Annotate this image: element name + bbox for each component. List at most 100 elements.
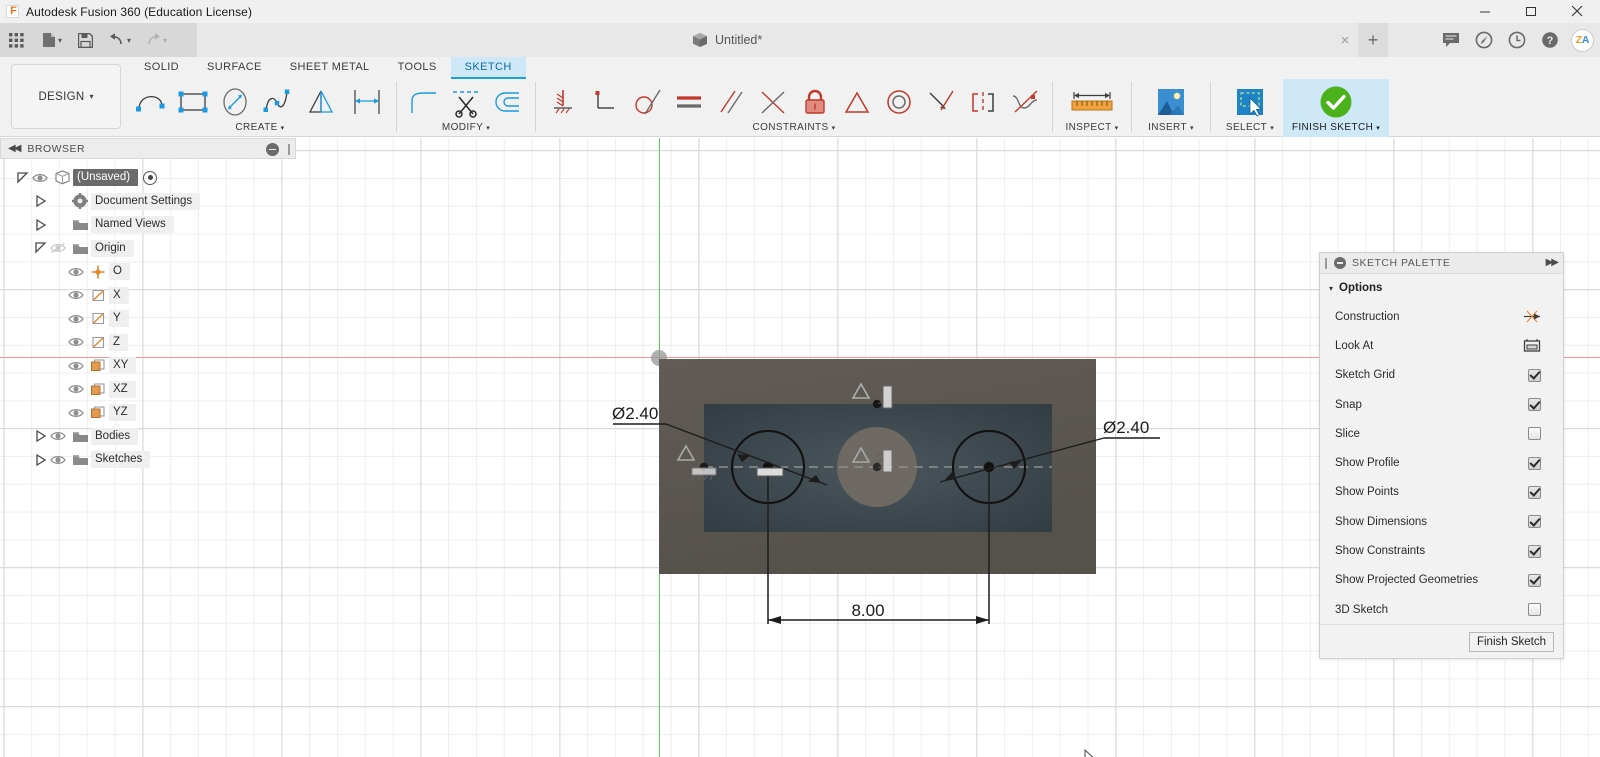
user-avatar[interactable]: ZA bbox=[1571, 28, 1594, 52]
recent-activity-icon[interactable] bbox=[1500, 23, 1533, 57]
arc-icon[interactable] bbox=[130, 79, 172, 124]
offset-icon[interactable] bbox=[487, 79, 529, 124]
ribbon-group-modify-label[interactable]: MODIFY ▾ bbox=[403, 122, 529, 133]
fix-lock-icon[interactable] bbox=[794, 79, 836, 124]
measure-ruler-icon[interactable] bbox=[1059, 79, 1125, 124]
checkbox-show-dimensions[interactable] bbox=[1528, 515, 1541, 529]
symmetry-icon[interactable] bbox=[962, 79, 1004, 124]
tab-sketch[interactable]: SKETCH bbox=[450, 57, 526, 79]
help-icon[interactable]: ? bbox=[1533, 23, 1566, 57]
document-tab[interactable]: Untitled* bbox=[680, 23, 775, 57]
eye-visible-icon[interactable] bbox=[29, 171, 51, 185]
ribbon-group-select-label[interactable]: SELECT ▾ bbox=[1217, 122, 1283, 133]
drag-grip-icon[interactable] bbox=[288, 144, 290, 155]
minimize-icon[interactable] bbox=[1462, 0, 1508, 23]
tab-sheet-metal[interactable]: SHEET METAL bbox=[276, 57, 384, 79]
minimize-panel-icon[interactable] bbox=[266, 143, 279, 156]
eye-visible-icon[interactable] bbox=[65, 288, 87, 302]
expand-arrow-right-icon[interactable] bbox=[34, 218, 47, 231]
browser-item-y[interactable]: Y bbox=[0, 307, 296, 331]
spline-icon[interactable] bbox=[256, 79, 298, 124]
ribbon-group-finish-sketch-label[interactable]: FINISH SKETCH ▾ bbox=[1291, 122, 1381, 133]
eye-visible-icon[interactable] bbox=[65, 406, 87, 420]
ribbon-group-insert-label[interactable]: INSERT ▾ bbox=[1138, 122, 1204, 133]
ribbon-group-inspect-label[interactable]: INSPECT ▾ bbox=[1059, 122, 1125, 133]
new-tab-button[interactable]: + bbox=[1358, 23, 1388, 57]
expand-arrow-right-icon[interactable] bbox=[34, 195, 47, 208]
mirror-icon[interactable] bbox=[298, 79, 344, 124]
expand-right-icon[interactable]: ▶▶ bbox=[1546, 257, 1559, 268]
eye-visible-icon[interactable] bbox=[47, 453, 69, 467]
palette-row-3d-sketch[interactable]: 3D Sketch bbox=[1320, 595, 1563, 624]
palette-row-construction[interactable]: Construction bbox=[1320, 302, 1563, 331]
checkbox-snap[interactable] bbox=[1528, 398, 1541, 412]
ribbon-group-create-label[interactable]: CREATE ▾ bbox=[130, 122, 390, 133]
coincident-icon[interactable] bbox=[920, 79, 962, 124]
browser-item-z[interactable]: Z bbox=[0, 331, 296, 355]
app-grid-icon[interactable] bbox=[0, 23, 30, 57]
checkbox-show-profile[interactable] bbox=[1528, 456, 1541, 470]
sketch-palette-options-section[interactable]: ▾ Options bbox=[1320, 274, 1563, 302]
minimize-panel-icon[interactable] bbox=[1334, 257, 1346, 269]
curvature-icon[interactable] bbox=[1004, 79, 1046, 124]
finish-sketch-button[interactable]: Finish Sketch bbox=[1468, 631, 1554, 652]
checkbox-show-projected-geometries[interactable] bbox=[1528, 573, 1541, 587]
close-icon[interactable] bbox=[1554, 0, 1600, 23]
new-document-caret[interactable]: ▾ bbox=[58, 36, 62, 45]
tab-close-button[interactable]: × bbox=[1332, 23, 1358, 57]
palette-row-show-constraints[interactable]: Show Constraints bbox=[1320, 536, 1563, 565]
fix-ground-icon[interactable] bbox=[542, 79, 584, 124]
eye-visible-icon[interactable] bbox=[65, 335, 87, 349]
browser-item-sketches[interactable]: Sketches bbox=[0, 448, 296, 472]
browser-item-xz[interactable]: XZ bbox=[0, 378, 296, 402]
eye-visible-icon[interactable] bbox=[65, 382, 87, 396]
expand-arrow-right-icon[interactable] bbox=[34, 453, 47, 466]
checkbox-show-constraints[interactable] bbox=[1528, 544, 1541, 558]
maximize-icon[interactable] bbox=[1508, 0, 1554, 23]
expand-arrow-down-icon[interactable] bbox=[34, 242, 47, 255]
palette-row-show-points[interactable]: Show Points bbox=[1320, 478, 1563, 507]
browser-item-xy[interactable]: XY bbox=[0, 354, 296, 378]
look-at-camera-icon[interactable] bbox=[1523, 338, 1541, 354]
save-icon[interactable] bbox=[68, 23, 99, 57]
redo-caret[interactable]: ▾ bbox=[163, 36, 167, 45]
undo-caret[interactable]: ▾ bbox=[127, 36, 131, 45]
browser-item-named-views[interactable]: Named Views bbox=[0, 213, 296, 237]
eye-visible-icon[interactable] bbox=[65, 312, 87, 326]
equal-icon[interactable] bbox=[668, 79, 710, 124]
eye-visible-icon[interactable] bbox=[65, 359, 87, 373]
tangent-icon[interactable] bbox=[626, 79, 668, 124]
eye-visible-icon[interactable] bbox=[47, 429, 69, 443]
palette-row-slice[interactable]: Slice bbox=[1320, 419, 1563, 448]
concentric-icon[interactable] bbox=[878, 79, 920, 124]
redo-icon[interactable]: ▾ bbox=[137, 23, 173, 57]
perpendicular-icon[interactable] bbox=[584, 79, 626, 124]
tab-solid[interactable]: SOLID bbox=[130, 57, 193, 79]
palette-row-show-dimensions[interactable]: Show Dimensions bbox=[1320, 507, 1563, 536]
palette-row-show-profile[interactable]: Show Profile bbox=[1320, 448, 1563, 477]
drag-grip-icon[interactable] bbox=[1325, 257, 1327, 269]
dimension-icon[interactable] bbox=[344, 79, 390, 124]
browser-item-unsaved[interactable]: (Unsaved) bbox=[0, 166, 296, 190]
eye-visible-icon[interactable] bbox=[65, 265, 87, 279]
palette-row-sketch-grid[interactable]: Sketch Grid bbox=[1320, 361, 1563, 390]
ribbon-group-constraints-label[interactable]: CONSTRAINTS ▾ bbox=[542, 122, 1046, 133]
trim-scissors-icon[interactable] bbox=[445, 79, 487, 124]
fillet-icon[interactable] bbox=[403, 79, 445, 124]
browser-item-bodies[interactable]: Bodies bbox=[0, 425, 296, 449]
select-arrow-icon[interactable] bbox=[1217, 79, 1283, 124]
palette-row-snap[interactable]: Snap bbox=[1320, 390, 1563, 419]
browser-item-x[interactable]: X bbox=[0, 284, 296, 308]
browser-item-origin[interactable]: Origin bbox=[0, 237, 296, 261]
tab-surface[interactable]: SURFACE bbox=[193, 57, 276, 79]
circle-icon[interactable] bbox=[214, 79, 256, 124]
parallel-icon[interactable] bbox=[710, 79, 752, 124]
construction-line-icon[interactable] bbox=[1523, 309, 1541, 325]
palette-row-look-at[interactable]: Look At bbox=[1320, 331, 1563, 360]
palette-row-show-projected-geometries[interactable]: Show Projected Geometries bbox=[1320, 566, 1563, 595]
checkbox-slice[interactable] bbox=[1528, 427, 1541, 441]
comments-icon[interactable] bbox=[1434, 23, 1467, 57]
expand-arrow-right-icon[interactable] bbox=[34, 430, 47, 443]
eye-hidden-icon[interactable] bbox=[47, 241, 69, 255]
rectangle-icon[interactable] bbox=[172, 79, 214, 124]
